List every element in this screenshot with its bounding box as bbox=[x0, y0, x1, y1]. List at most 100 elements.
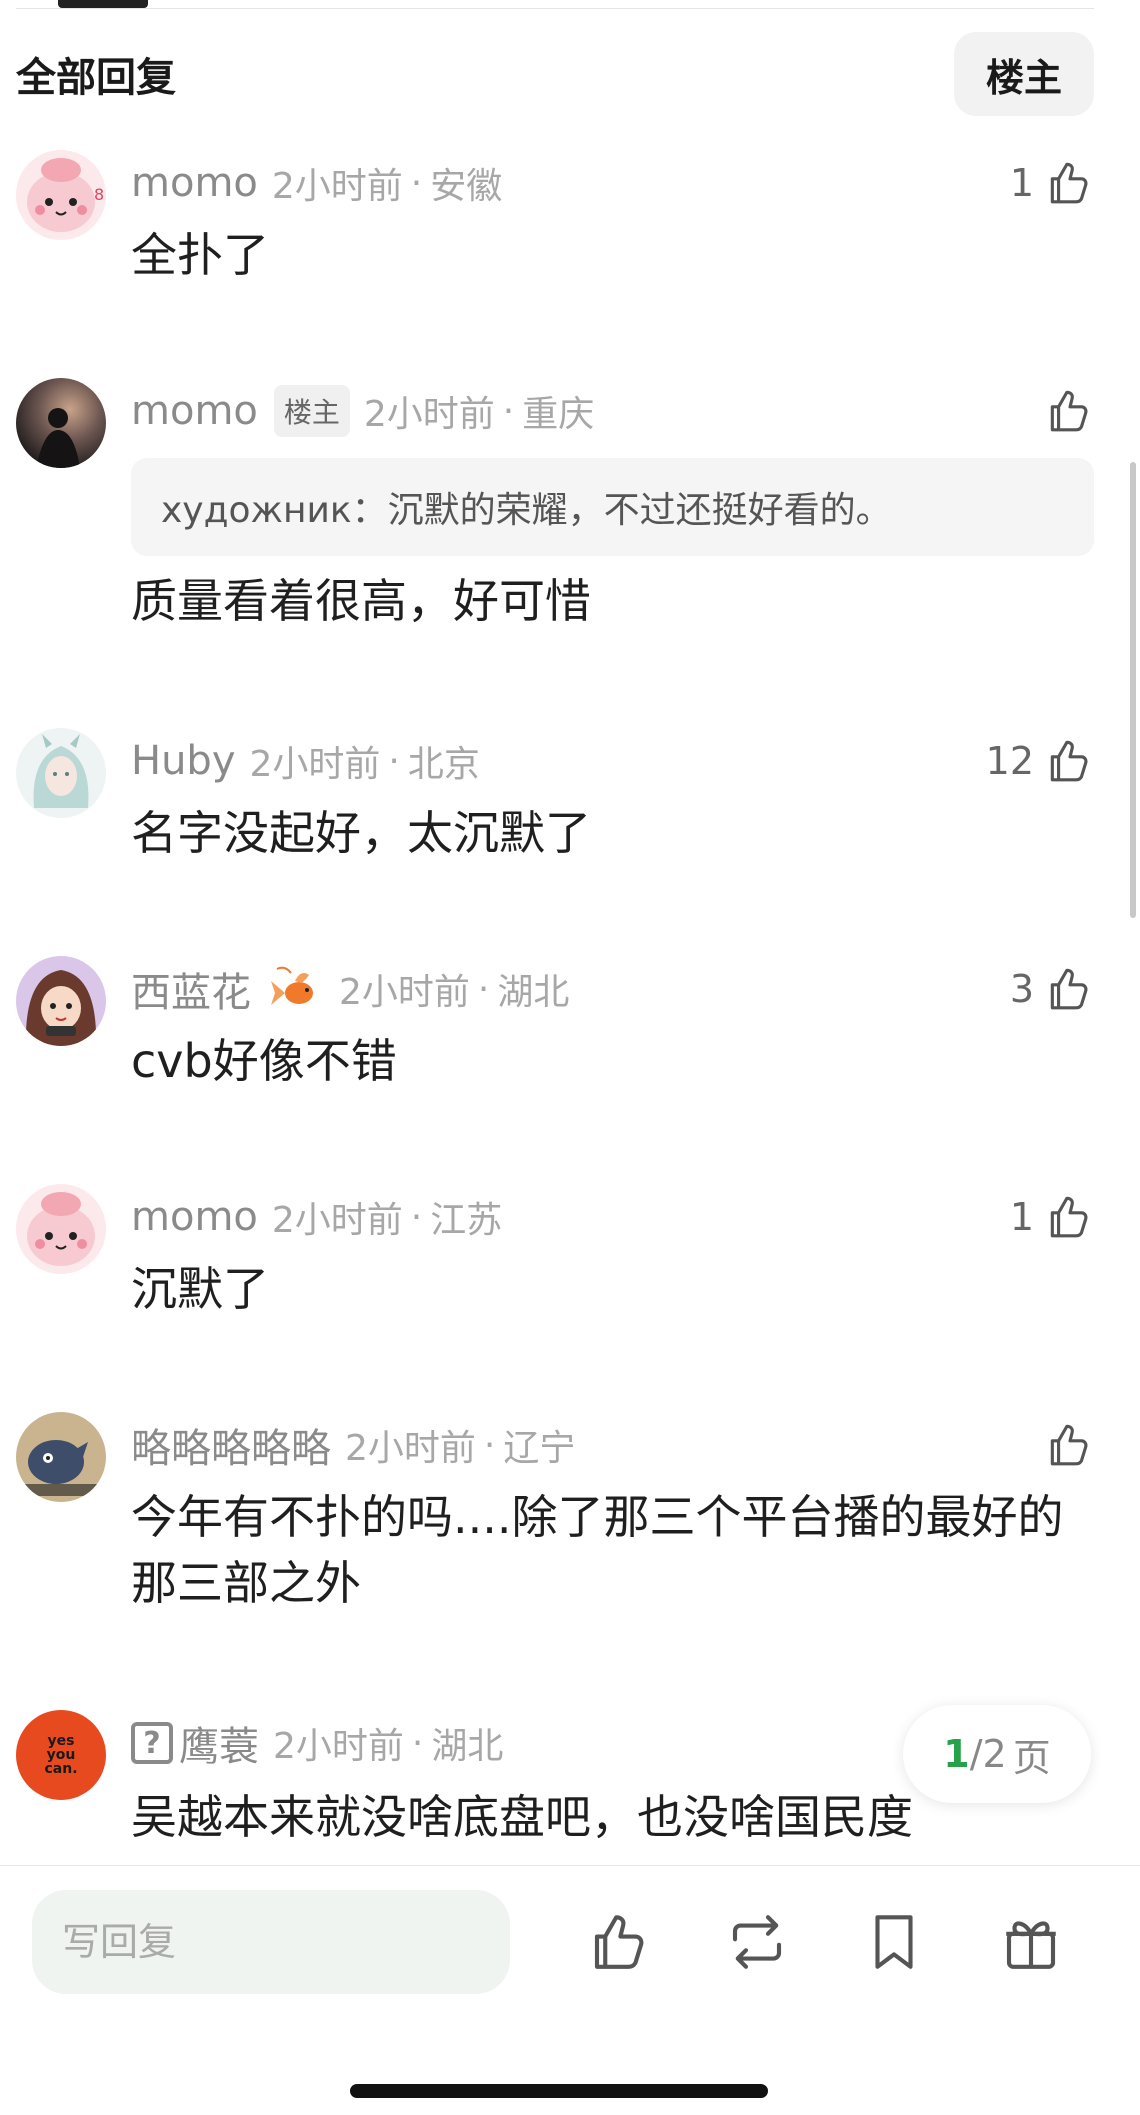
repost-icon bbox=[732, 1915, 782, 1969]
replies-header: 全部回复 楼主 bbox=[16, 30, 1094, 118]
cartoon-girl-avatar-image bbox=[16, 956, 106, 1046]
op-only-filter-button[interactable]: 楼主 bbox=[954, 32, 1094, 116]
like-button[interactable]: 12 bbox=[986, 728, 1094, 794]
goldfish-badge-icon bbox=[265, 959, 325, 1019]
username[interactable]: Huby bbox=[131, 738, 236, 784]
top-divider bbox=[16, 8, 1094, 9]
separator-dot: · bbox=[410, 162, 423, 204]
separator-dot: · bbox=[388, 740, 400, 782]
comment-location: 重庆 bbox=[522, 394, 595, 435]
username[interactable]: momo bbox=[131, 160, 258, 206]
comment-location: 北京 bbox=[407, 744, 480, 785]
avatar[interactable] bbox=[16, 728, 106, 818]
pink-bunny-avatar-image: 8 bbox=[16, 150, 106, 240]
comment-text: 今年有不扑的吗....除了那三个平台播的最好的那三部之外 bbox=[131, 1490, 1064, 1610]
like-button[interactable]: 3 bbox=[1010, 956, 1094, 1022]
comment-meta: ? 鹰蓑 2小时前 · 湖北 bbox=[131, 1710, 503, 1776]
comment-item: momo 2小时前 · 江苏 1 沉默了 bbox=[16, 1184, 1094, 1324]
comment-meta: momo 楼主 2小时前 · 重庆 bbox=[131, 378, 594, 444]
comment-meta: momo 2小时前 · 江苏 bbox=[131, 1184, 502, 1250]
comment-text: cvb好像不错 bbox=[131, 1034, 397, 1088]
like-count: 1 bbox=[1009, 1195, 1034, 1239]
current-page: 1 bbox=[943, 1732, 970, 1776]
comment-text: 名字没起好，太沉默了 bbox=[131, 806, 591, 860]
comment-meta: 略略略略略 2小时前 · 辽宁 bbox=[131, 1412, 575, 1478]
comment-item: 略略略略略 2小时前 · 辽宁 今年有不扑的吗....除了那三个平台播的最好的那… bbox=[16, 1412, 1094, 1612]
like-count: 3 bbox=[1009, 967, 1034, 1011]
comment-time: 2小时前 bbox=[249, 744, 381, 785]
like-button[interactable]: 1 bbox=[1010, 150, 1094, 216]
avatar[interactable]: 8 bbox=[16, 150, 106, 240]
page-indicator[interactable]: 1 /2 页 bbox=[903, 1705, 1091, 1803]
comment-meta: 西蓝花 2小时前 · 湖北 bbox=[131, 956, 569, 1022]
page-suffix: 页 bbox=[1012, 1735, 1051, 1780]
username[interactable]: 鹰蓑 bbox=[179, 1714, 259, 1772]
gift-button[interactable] bbox=[995, 1906, 1067, 1978]
avatar-text-line: yes bbox=[47, 1733, 75, 1749]
comment-location: 辽宁 bbox=[503, 1428, 576, 1469]
comment-item: momo 楼主 2小时前 · 重庆 художник：沉默的荣耀，不过还挺好看的… bbox=[16, 378, 1094, 648]
avatar[interactable] bbox=[16, 956, 106, 1046]
avatar[interactable] bbox=[16, 1184, 106, 1274]
comment-text: 质量看着很高，好可惜 bbox=[131, 574, 591, 628]
scrollbar[interactable] bbox=[1130, 462, 1136, 918]
avatar-text-line: can. bbox=[44, 1761, 78, 1777]
bookmark-button[interactable] bbox=[858, 1906, 930, 1978]
separator-dot: · bbox=[410, 1196, 423, 1238]
comment-time: 2小时前 bbox=[271, 166, 403, 207]
avatar-text-line: you bbox=[46, 1747, 76, 1763]
separator-dot: · bbox=[477, 968, 490, 1010]
separator-dot: · bbox=[411, 1722, 424, 1764]
like-button[interactable] bbox=[1044, 378, 1094, 444]
separator-dot: · bbox=[483, 1424, 496, 1466]
thumbs-up-icon bbox=[1050, 740, 1088, 782]
reply-input[interactable] bbox=[32, 1890, 510, 1994]
comment-text: 沉默了 bbox=[131, 1262, 269, 1316]
comment-time: 2小时前 bbox=[345, 1428, 476, 1469]
avatar[interactable] bbox=[16, 378, 106, 468]
username[interactable]: momo bbox=[131, 388, 258, 434]
comment-item: 8 momo 2小时前 · 安徽 1 全扑了 bbox=[16, 150, 1094, 290]
thumbs-up-icon bbox=[1050, 1424, 1088, 1466]
comment-location: 江苏 bbox=[430, 1200, 503, 1241]
like-button[interactable]: 1 bbox=[1010, 1184, 1094, 1250]
bottom-action-bar bbox=[0, 1866, 1140, 2115]
comment-meta: momo 2小时前 · 安徽 bbox=[131, 150, 502, 216]
repost-button[interactable] bbox=[721, 1906, 793, 1978]
comment-meta: Huby 2小时前 · 北京 bbox=[131, 728, 480, 794]
like-button[interactable] bbox=[1044, 1412, 1094, 1478]
tab-indicator bbox=[58, 0, 148, 8]
all-replies-title: 全部回复 bbox=[16, 55, 176, 101]
username[interactable]: 西蓝花 bbox=[131, 960, 251, 1018]
gift-icon bbox=[1006, 1921, 1056, 1969]
total-pages: /2 bbox=[969, 1732, 1007, 1776]
like-post-button[interactable] bbox=[583, 1906, 655, 1978]
comment-time: 2小时前 bbox=[271, 1200, 403, 1241]
like-count: 1 bbox=[1009, 161, 1034, 205]
question-mark-icon: ? bbox=[131, 1722, 173, 1764]
username[interactable]: momo bbox=[131, 1194, 258, 1240]
comment-time: 2小时前 bbox=[273, 1726, 404, 1767]
avatar[interactable]: yes you can. bbox=[16, 1710, 106, 1800]
quoted-reply[interactable]: художник：沉默的荣耀，不过还挺好看的。 bbox=[131, 458, 1094, 556]
comment-location: 湖北 bbox=[431, 1726, 504, 1767]
like-count: 12 bbox=[985, 739, 1034, 783]
comment-item: Huby 2小时前 · 北京 12 名字没起好，太沉默了 bbox=[16, 728, 1094, 868]
comment-location: 湖北 bbox=[497, 972, 570, 1013]
cartoon-cat-avatar-image bbox=[16, 1412, 106, 1502]
thumbs-up-icon bbox=[1050, 390, 1088, 432]
thumbs-up-icon bbox=[594, 1915, 644, 1969]
comment-item: 西蓝花 2小时前 · 湖北 3 cvb好像不错 bbox=[16, 956, 1094, 1096]
username[interactable]: 略略略略略 bbox=[131, 1416, 331, 1474]
pink-bunny-avatar-image bbox=[16, 1184, 106, 1274]
sunset-silhouette-avatar-image bbox=[16, 378, 106, 468]
anime-girl-avatar-image bbox=[16, 728, 106, 818]
svg-text:8: 8 bbox=[94, 185, 104, 204]
avatar[interactable] bbox=[16, 1412, 106, 1502]
thumbs-up-icon bbox=[1050, 162, 1088, 204]
comment-time: 2小时前 bbox=[339, 972, 470, 1013]
separator-dot: · bbox=[502, 390, 515, 432]
home-indicator bbox=[350, 2084, 768, 2098]
comment-location: 安徽 bbox=[430, 166, 503, 207]
comment-time: 2小时前 bbox=[363, 394, 495, 435]
